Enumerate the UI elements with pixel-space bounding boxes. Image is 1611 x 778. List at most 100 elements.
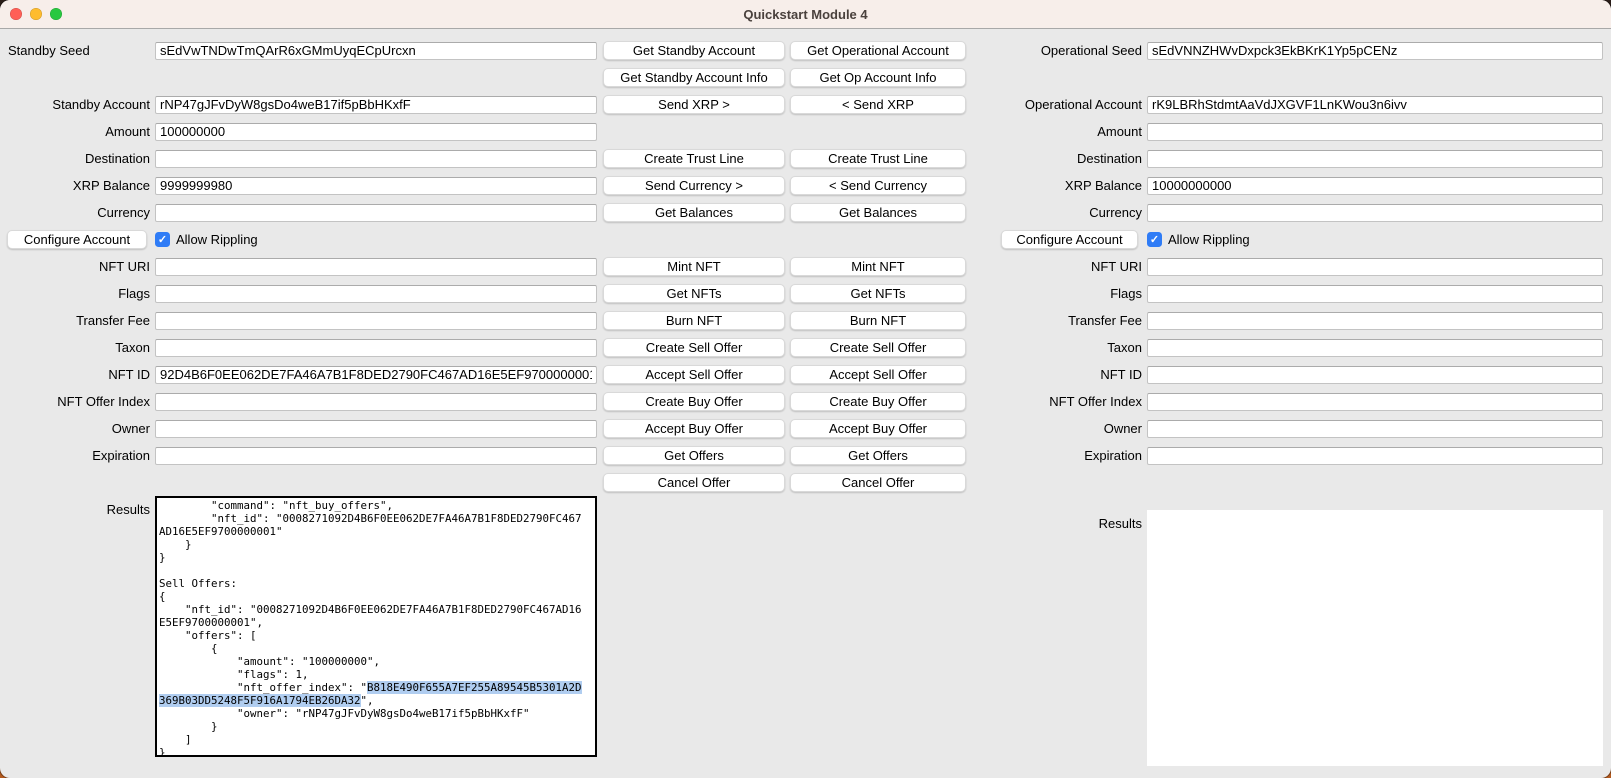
standby-accept-sell-offer-button[interactable]: Accept Sell Offer [603, 365, 785, 384]
operational-results-textarea[interactable] [1147, 510, 1603, 766]
operational-nft-uri-label: NFT URI [992, 259, 1142, 274]
spacer [0, 469, 150, 496]
spacer [790, 118, 966, 145]
operational-configure-account-button[interactable]: Configure Account [1001, 230, 1138, 249]
operational-nft-id-input[interactable] [1147, 366, 1603, 384]
standby-results-text: "command": "nft_buy_offers", "nft_id": "… [157, 498, 595, 757]
standby-allow-rippling-checkbox[interactable]: ✓ [155, 232, 170, 247]
standby-nft-id-label: NFT ID [0, 367, 150, 382]
operational-mint-nft-button[interactable]: Mint NFT [790, 257, 966, 276]
spacer [1147, 469, 1603, 496]
operational-expiration-input[interactable] [1147, 447, 1603, 465]
standby-create-sell-offer-button[interactable]: Create Sell Offer [603, 338, 785, 357]
standby-taxon-input[interactable] [155, 339, 597, 357]
standby-create-trust-line-button[interactable]: Create Trust Line [603, 149, 785, 168]
standby-get-nfts-button[interactable]: Get NFTs [603, 284, 785, 303]
operational-account-input[interactable] [1147, 96, 1603, 114]
standby-nft-id-input[interactable] [155, 366, 597, 384]
standby-burn-nft-button[interactable]: Burn NFT [603, 311, 785, 330]
operational-taxon-label: Taxon [992, 340, 1142, 355]
standby-nft-uri-input[interactable] [155, 258, 597, 276]
standby-destination-label: Destination [0, 151, 150, 166]
standby-nft-offer-index-input[interactable] [155, 393, 597, 411]
standby-nft-offer-index-label: NFT Offer Index [0, 394, 150, 409]
operational-currency-label: Currency [992, 205, 1142, 220]
standby-configure-account-button[interactable]: Configure Account [7, 230, 147, 249]
spacer [992, 469, 1142, 496]
operational-expiration-label: Expiration [992, 448, 1142, 463]
standby-expiration-input[interactable] [155, 447, 597, 465]
operational-create-sell-offer-button[interactable]: Create Sell Offer [790, 338, 966, 357]
operational-get-offers-button[interactable]: Get Offers [790, 446, 966, 465]
standby-currency-input[interactable] [155, 204, 597, 222]
title-bar[interactable]: Quickstart Module 4 [0, 0, 1611, 29]
operational-send-currency-button[interactable]: < Send Currency [790, 176, 966, 195]
standby-results-label: Results [0, 502, 150, 517]
standby-seed-label: Standby Seed [0, 43, 150, 58]
standby-send-xrp-button[interactable]: Send XRP > [603, 95, 785, 114]
operational-input-column: ✓ Allow Rippling [1147, 37, 1603, 523]
standby-destination-input[interactable] [155, 150, 597, 168]
operational-get-nfts-button[interactable]: Get NFTs [790, 284, 966, 303]
operational-transfer-fee-input[interactable] [1147, 312, 1603, 330]
check-icon: ✓ [1150, 233, 1159, 246]
operational-nft-offer-index-input[interactable] [1147, 393, 1603, 411]
operational-send-xrp-button[interactable]: < Send XRP [790, 95, 966, 114]
operational-flags-input[interactable] [1147, 285, 1603, 303]
standby-xrp-balance-label: XRP Balance [0, 178, 150, 193]
operational-get-balances-button[interactable]: Get Balances [790, 203, 966, 222]
standby-owner-label: Owner [0, 421, 150, 436]
operational-create-trust-line-button[interactable]: Create Trust Line [790, 149, 966, 168]
operational-burn-nft-button[interactable]: Burn NFT [790, 311, 966, 330]
get-standby-account-button[interactable]: Get Standby Account [603, 41, 785, 60]
standby-accept-buy-offer-button[interactable]: Accept Buy Offer [603, 419, 785, 438]
operational-xrp-balance-label: XRP Balance [992, 178, 1142, 193]
operational-transfer-fee-label: Transfer Fee [992, 313, 1142, 328]
standby-account-label: Standby Account [0, 97, 150, 112]
operational-create-buy-offer-button[interactable]: Create Buy Offer [790, 392, 966, 411]
operational-destination-input[interactable] [1147, 150, 1603, 168]
standby-mint-nft-button[interactable]: Mint NFT [603, 257, 785, 276]
standby-input-column: ✓ Allow Rippling "command": "nft_buy_off… [155, 37, 597, 523]
standby-amount-input[interactable] [155, 123, 597, 141]
spacer [0, 64, 150, 91]
standby-cancel-offer-button[interactable]: Cancel Offer [603, 473, 785, 492]
standby-flags-label: Flags [0, 286, 150, 301]
operational-seed-input[interactable] [1147, 42, 1603, 60]
standby-flags-input[interactable] [155, 285, 597, 303]
traffic-lights [10, 0, 62, 28]
spacer [1147, 64, 1603, 91]
operational-nft-uri-input[interactable] [1147, 258, 1603, 276]
standby-transfer-fee-input[interactable] [155, 312, 597, 330]
standby-account-input[interactable] [155, 96, 597, 114]
spacer [992, 64, 1142, 91]
operational-allow-rippling-checkbox[interactable]: ✓ [1147, 232, 1162, 247]
get-standby-account-info-button[interactable]: Get Standby Account Info [603, 68, 785, 87]
standby-owner-input[interactable] [155, 420, 597, 438]
get-operational-account-button[interactable]: Get Operational Account [790, 41, 966, 60]
standby-send-currency-button[interactable]: Send Currency > [603, 176, 785, 195]
operational-amount-input[interactable] [1147, 123, 1603, 141]
close-window-icon[interactable] [10, 8, 22, 20]
standby-results-textarea[interactable]: "command": "nft_buy_offers", "nft_id": "… [155, 496, 597, 757]
standby-create-buy-offer-button[interactable]: Create Buy Offer [603, 392, 785, 411]
spacer [790, 226, 966, 253]
standby-xrp-balance-input[interactable] [155, 177, 597, 195]
operational-amount-label: Amount [992, 124, 1142, 139]
get-op-account-info-button[interactable]: Get Op Account Info [790, 68, 966, 87]
minimize-window-icon[interactable] [30, 8, 42, 20]
operational-owner-input[interactable] [1147, 420, 1603, 438]
standby-seed-input[interactable] [155, 42, 597, 60]
operational-cancel-offer-button[interactable]: Cancel Offer [790, 473, 966, 492]
operational-taxon-input[interactable] [1147, 339, 1603, 357]
operational-account-label: Operational Account [992, 97, 1142, 112]
standby-get-balances-button[interactable]: Get Balances [603, 203, 785, 222]
operational-accept-sell-offer-button[interactable]: Accept Sell Offer [790, 365, 966, 384]
operational-accept-buy-offer-button[interactable]: Accept Buy Offer [790, 419, 966, 438]
operational-xrp-balance-input[interactable] [1147, 177, 1603, 195]
operational-currency-input[interactable] [1147, 204, 1603, 222]
app-window: Quickstart Module 4 Standby Seed Standby… [0, 0, 1611, 778]
fullscreen-window-icon[interactable] [50, 8, 62, 20]
standby-allow-rippling-label: Allow Rippling [176, 232, 258, 247]
standby-get-offers-button[interactable]: Get Offers [603, 446, 785, 465]
